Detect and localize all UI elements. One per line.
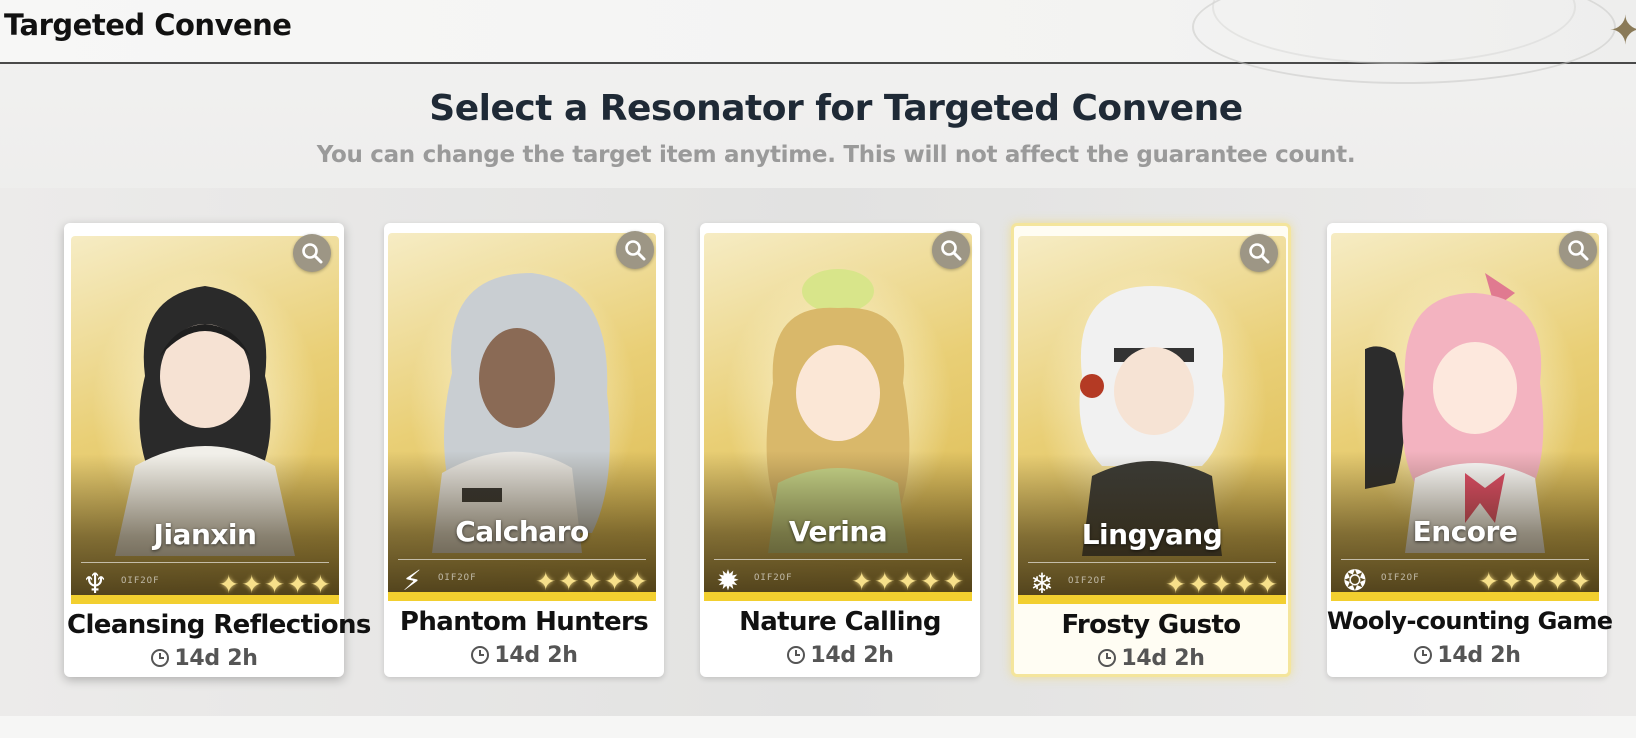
card-code: OIF2OF — [754, 573, 793, 583]
clock-icon — [1414, 646, 1433, 664]
resonator-card-encore[interactable]: Encore ❂ OIF2OF ✦✦✦✦✦ Wooly-counting Gam… — [1327, 223, 1613, 677]
resonator-card-verina[interactable]: Verina ✹ OIF2OF ✦✦✦✦✦ Nature Calling 14d… — [700, 223, 980, 677]
character-name: Jianxin — [153, 518, 257, 551]
banner-title: Phantom Hunters — [399, 607, 649, 637]
banner-timer: 14d 2h — [1014, 646, 1288, 671]
character-name: Calcharo — [455, 515, 589, 548]
card-code: OIF2OF — [1068, 576, 1107, 586]
magnifier-icon — [1249, 243, 1270, 264]
section-subheading: You can change the target item anytime. … — [316, 142, 1356, 168]
timer-text: 14d 2h — [1121, 646, 1205, 671]
character-name: Lingyang — [1081, 518, 1223, 551]
clock-icon — [1098, 649, 1117, 667]
section-heading: Select a Resonator for Targeted Convene — [429, 88, 1243, 129]
bottom-strip — [0, 716, 1636, 738]
banner-title: Cleansing Reflections — [67, 610, 371, 640]
banner-title: Frosty Gusto — [1061, 610, 1241, 640]
top-bar: Targeted Convene ✦ — [0, 0, 1636, 84]
timer-text: 14d 2h — [810, 643, 894, 668]
timer-text: 14d 2h — [174, 646, 258, 671]
character-art: Calcharo ⚡ OIF2OF ✦✦✦✦✦ — [388, 233, 656, 601]
magnifier-icon — [625, 240, 646, 261]
clock-icon — [471, 646, 490, 664]
card-code: OIF2OF — [121, 576, 160, 586]
clock-icon — [151, 649, 170, 667]
character-name: Encore — [1412, 515, 1518, 548]
character-name: Verina — [788, 515, 888, 548]
magnifier-icon — [1568, 240, 1589, 261]
card-code: OIF2OF — [438, 573, 477, 583]
character-art: Jianxin ♆ OIF2OF ✦✦✦✦✦ — [71, 236, 339, 604]
clock-icon — [787, 646, 806, 664]
character-art: Encore ❂ OIF2OF ✦✦✦✦✦ — [1331, 233, 1599, 601]
zoom-button[interactable] — [932, 231, 970, 269]
zoom-button[interactable] — [1240, 234, 1278, 272]
resonator-card-jianxin[interactable]: Jianxin ♆ OIF2OF ✦✦✦✦✦ Cleansing Reflect… — [64, 223, 371, 677]
zoom-button[interactable] — [1559, 231, 1597, 269]
banner-timer: 14d 2h — [384, 643, 664, 668]
banner-title: Nature Calling — [739, 607, 941, 637]
banner-title: Wooly-counting Game — [1327, 607, 1613, 635]
banner-timer: 14d 2h — [67, 646, 341, 671]
character-art: Verina ✹ OIF2OF ✦✦✦✦✦ — [704, 233, 972, 601]
timer-text: 14d 2h — [1437, 643, 1521, 668]
timer-text: 14d 2h — [494, 643, 578, 668]
banner-timer: 14d 2h — [700, 643, 980, 668]
corner-star-icon: ✦ — [1608, 8, 1636, 54]
resonator-card-calcharo[interactable]: Calcharo ⚡ OIF2OF ✦✦✦✦✦ Phantom Hunters … — [384, 223, 664, 677]
magnifier-icon — [302, 243, 323, 264]
card-code: OIF2OF — [1381, 573, 1420, 583]
banner-timer: 14d 2h — [1327, 643, 1607, 668]
character-art: Lingyang ❄ OIF2OF ✦✦✦✦✦ — [1018, 236, 1286, 604]
zoom-button[interactable] — [616, 231, 654, 269]
zoom-button[interactable] — [293, 234, 331, 272]
page-title: Targeted Convene — [4, 8, 292, 42]
magnifier-icon — [941, 240, 962, 261]
resonator-card-lingyang[interactable]: Lingyang ❄ OIF2OF ✦✦✦✦✦ Frosty Gusto 14d… — [1011, 223, 1291, 677]
